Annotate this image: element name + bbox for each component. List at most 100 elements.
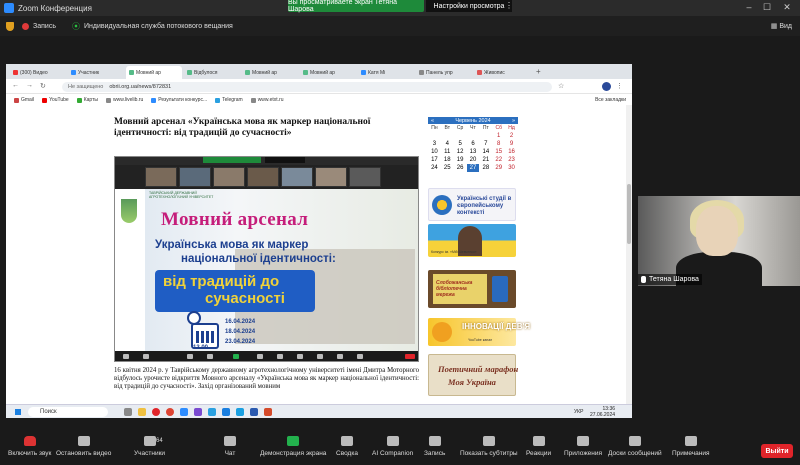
all-bookmarks[interactable]: Все закладки — [595, 97, 626, 103]
page-scrollbar[interactable] — [626, 105, 632, 404]
bookmark-item[interactable]: www.livelib.ru — [105, 97, 143, 103]
new-tab-icon[interactable]: + — [536, 67, 541, 76]
calendar-day[interactable]: 9 — [505, 140, 518, 148]
calendar-day[interactable]: 3 — [428, 140, 441, 148]
forward-icon[interactable]: → — [26, 82, 33, 89]
chrome-icon[interactable] — [166, 408, 174, 416]
scrollbar-thumb[interactable] — [627, 184, 631, 244]
sidebar-banner-poetry-marathon[interactable] — [428, 354, 516, 396]
calendar-day[interactable]: 26 — [454, 164, 467, 172]
file-explorer-icon[interactable] — [138, 408, 146, 416]
leave-button[interactable]: Выйти — [761, 444, 793, 458]
browser-tab[interactable]: Мовний ар — [242, 66, 298, 79]
bookmark-item[interactable]: Gmail — [14, 97, 34, 103]
zoom-app-icon[interactable] — [180, 408, 188, 416]
calendar-day[interactable]: 15 — [492, 148, 505, 156]
chat-button[interactable]: Чат — [224, 436, 236, 465]
whiteboards-button[interactable]: Доски сообщений — [608, 436, 662, 465]
taskbar-clock[interactable]: 13:36 27.06.2024 — [590, 406, 615, 418]
profile-avatar[interactable] — [602, 82, 611, 91]
calendar-day[interactable]: 21 — [479, 156, 492, 164]
task-view-icon[interactable] — [124, 408, 132, 416]
calendar-next-button[interactable]: » — [512, 118, 515, 124]
calendar-day[interactable]: 23 — [505, 156, 518, 164]
calendar-day[interactable]: 1 — [492, 132, 505, 140]
bookmark-item[interactable]: YouTube — [42, 97, 69, 103]
word-icon[interactable] — [250, 408, 258, 416]
calendar-day[interactable]: 5 — [454, 140, 467, 148]
edge-icon[interactable] — [222, 408, 230, 416]
summary-button[interactable]: Сводка — [336, 436, 358, 465]
participants-button[interactable]: 64 Участники — [134, 436, 165, 465]
calendar-day[interactable]: 12 — [454, 148, 467, 156]
calendar-day[interactable]: 2 — [505, 132, 518, 140]
view-options-more-icon[interactable]: ⋮ — [505, 1, 513, 10]
browser-tab[interactable]: Відбулося — [184, 66, 240, 79]
bookmark-star-icon[interactable]: ☆ — [558, 82, 564, 90]
calendar-day[interactable]: 25 — [441, 164, 454, 172]
view-options-button[interactable]: Настройки просмотра — [426, 0, 512, 12]
skype-icon[interactable] — [236, 408, 244, 416]
calendar-day[interactable]: 27 — [466, 164, 480, 172]
browser-tab[interactable]: Мовний ар — [300, 66, 356, 79]
taskbar-search[interactable]: Поиск — [28, 407, 108, 417]
bookmark-item[interactable]: Карты — [76, 97, 98, 103]
browser-menu-icon[interactable]: ⋮ — [616, 82, 623, 90]
reload-icon[interactable]: ↻ — [40, 82, 46, 90]
live-stream-label[interactable]: Индивидуальная служба потокового вещания — [84, 23, 233, 30]
calendar-day[interactable]: 19 — [454, 156, 467, 164]
recording-label[interactable]: Запись — [33, 23, 56, 30]
back-icon[interactable]: ← — [12, 82, 19, 89]
browser-tab[interactable]: Панель упр — [416, 66, 472, 79]
share-screen-button[interactable]: Демонстрация экрана — [260, 436, 326, 465]
security-shield-icon[interactable] — [6, 21, 14, 31]
bookmark-item[interactable]: www.etxt.ru — [250, 97, 284, 103]
minimize-icon[interactable]: – — [742, 2, 756, 12]
calendar-day[interactable]: 4 — [441, 140, 454, 148]
calendar-day[interactable]: 24 — [428, 164, 441, 172]
calendar-day[interactable]: 13 — [467, 148, 480, 156]
view-button[interactable]: ▦ Вид — [771, 22, 792, 30]
notes-button[interactable]: Примечания — [672, 436, 710, 465]
address-bar[interactable]: Не защищено obrii.org.ua/news/872831 — [62, 82, 552, 92]
bookmark-item[interactable]: Результати конкурс... — [151, 97, 207, 103]
calendar-day[interactable]: 14 — [479, 148, 492, 156]
close-icon[interactable]: ✕ — [780, 2, 794, 13]
calendar-day[interactable]: 7 — [479, 140, 492, 148]
calendar-day[interactable]: 20 — [467, 156, 480, 164]
telegram-icon[interactable] — [208, 408, 216, 416]
captions-button[interactable]: Показать субтитры — [460, 436, 518, 465]
calendar-day[interactable]: 17 — [428, 156, 441, 164]
stop-video-button[interactable]: Остановить видео — [56, 436, 111, 465]
calendar-day[interactable]: 6 — [467, 140, 480, 148]
calendar-day[interactable]: 29 — [492, 164, 505, 172]
maximize-icon[interactable]: ☐ — [760, 2, 774, 13]
calendar-day[interactable]: 18 — [441, 156, 454, 164]
bookmark-item[interactable]: Telegram — [215, 97, 243, 103]
viber-icon[interactable] — [194, 408, 202, 416]
calendar-day[interactable]: 30 — [505, 164, 518, 172]
browser-tab[interactable]: Катя Мі — [358, 66, 414, 79]
calendar-day[interactable]: 16 — [505, 148, 518, 156]
record-button[interactable]: Запись — [424, 436, 445, 465]
reactions-button[interactable]: Реакции — [526, 436, 551, 465]
keyboard-language[interactable]: УКР — [574, 409, 583, 415]
calendar-day[interactable]: 8 — [492, 140, 505, 148]
browser-tab[interactable]: (300) Видео — [10, 66, 66, 79]
calendar-day[interactable]: 11 — [441, 148, 454, 156]
browser-tab-active[interactable]: Мовний ар — [126, 66, 182, 79]
apps-button[interactable]: Приложения — [564, 436, 602, 465]
calendar-day[interactable]: 10 — [428, 148, 441, 156]
powerpoint-icon[interactable] — [264, 408, 272, 416]
calendar-prev-button[interactable]: « — [431, 118, 434, 124]
calendar-day[interactable]: 22 — [492, 156, 505, 164]
participant-video[interactable]: Тетяна Шарова — [638, 196, 800, 286]
ai-companion-button[interactable]: AI Companion — [372, 436, 413, 465]
browser-tab[interactable]: Живопис — [474, 66, 530, 79]
unmute-button[interactable]: Включить звук — [8, 436, 51, 465]
windows-start-icon[interactable] — [14, 408, 22, 416]
opera-icon[interactable] — [152, 408, 160, 416]
sidebar-banner-ukrainian-studies[interactable]: Українські студії в європейському контек… — [428, 188, 516, 221]
calendar-day[interactable]: 28 — [479, 164, 492, 172]
browser-tab[interactable]: Участник — [68, 66, 124, 79]
